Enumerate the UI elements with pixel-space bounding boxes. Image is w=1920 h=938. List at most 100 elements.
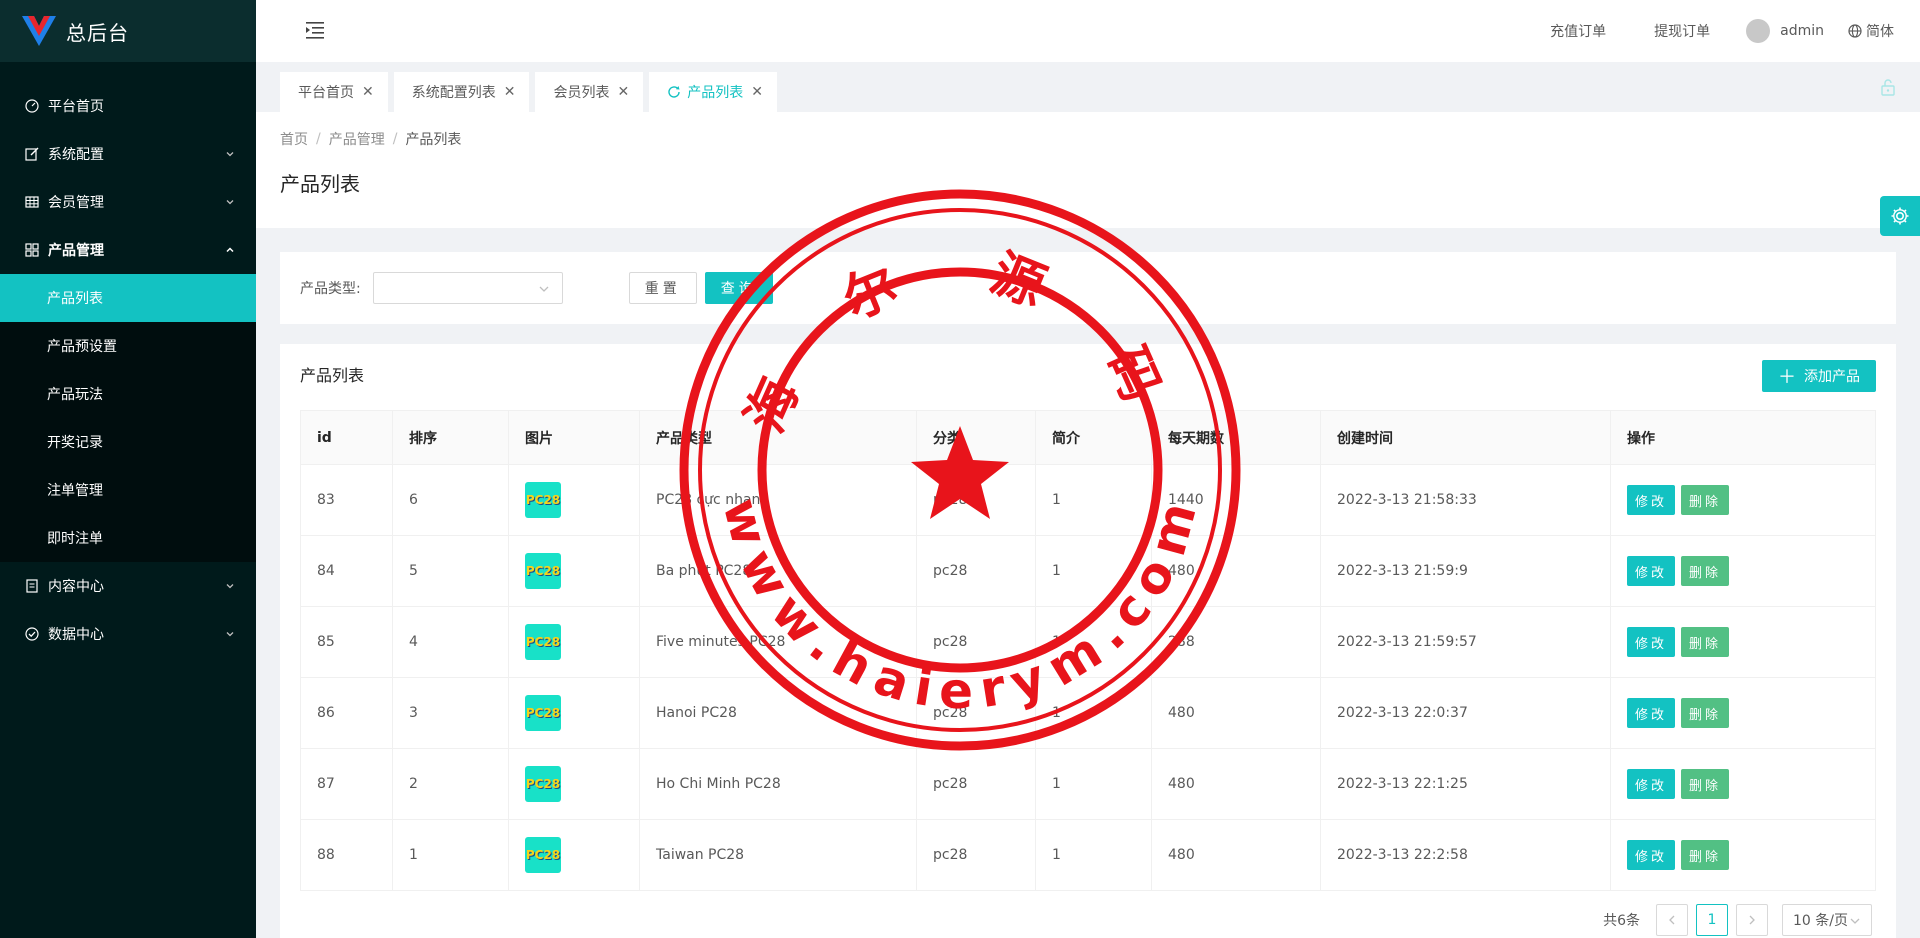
cell-actions: 修改 删除 xyxy=(1610,606,1876,678)
sidebar-subitem-4[interactable]: 注单管理 xyxy=(0,466,256,514)
tab-product-list[interactable]: 产品列表 ✕ xyxy=(649,72,777,112)
product-thumbnail[interactable]: PC28 xyxy=(525,553,561,589)
settings-drawer-button[interactable] xyxy=(1880,196,1920,236)
cell-sort: 3 xyxy=(392,677,509,749)
cell-id: 86 xyxy=(300,677,393,749)
product-thumbnail[interactable]: PC28 xyxy=(525,695,561,731)
cell-daily-periods: 480 xyxy=(1151,819,1321,891)
close-icon[interactable]: ✕ xyxy=(362,84,374,100)
delete-button[interactable]: 删除 xyxy=(1681,698,1730,728)
product-type-select[interactable] xyxy=(372,272,563,304)
cell-image: PC28 xyxy=(508,606,640,678)
prev-page-button[interactable] xyxy=(1656,904,1688,936)
cell-daily-periods: 288 xyxy=(1151,606,1321,678)
sidebar-subitem-0[interactable]: 产品列表 xyxy=(0,274,256,322)
product-thumbnail[interactable]: PC28 xyxy=(525,837,561,873)
delete-button[interactable]: 删除 xyxy=(1681,627,1730,657)
product-thumbnail[interactable]: PC28 xyxy=(525,766,561,802)
close-icon[interactable]: ✕ xyxy=(751,84,763,100)
sidebar-item-4[interactable]: 内容中心 xyxy=(0,562,256,610)
cell-intro: 1 xyxy=(1035,606,1152,678)
edit-button[interactable]: 修改 xyxy=(1627,840,1676,870)
appstore-icon xyxy=(24,242,40,258)
product-thumbnail[interactable]: PC28 xyxy=(525,624,561,660)
cell-daily-periods: 480 xyxy=(1151,677,1321,749)
sidebar-subitem-5[interactable]: 即时注单 xyxy=(0,514,256,562)
sidebar-item-3[interactable]: 产品管理 xyxy=(0,226,256,274)
tab-platform-home[interactable]: 平台首页 ✕ xyxy=(280,72,388,112)
edit-button[interactable]: 修改 xyxy=(1627,627,1676,657)
chevron-down-icon xyxy=(226,632,234,637)
page-size-select[interactable]: 10 条/页 xyxy=(1782,904,1872,936)
breadcrumb: 首页 / 产品管理 / 产品列表 xyxy=(280,128,1896,150)
column-header: 操作 xyxy=(1610,410,1876,465)
cell-image: PC28 xyxy=(508,677,640,749)
cell-image: PC28 xyxy=(508,535,640,607)
cell-actions: 修改 删除 xyxy=(1610,677,1876,749)
menu-fold-icon[interactable] xyxy=(304,20,326,40)
cell-type: Ho Chi Minh PC28 xyxy=(639,748,917,820)
edit-button[interactable]: 修改 xyxy=(1627,698,1676,728)
delete-button[interactable]: 删除 xyxy=(1681,840,1730,870)
cell-daily-periods: 480 xyxy=(1151,535,1321,607)
delete-button[interactable]: 删除 xyxy=(1681,485,1730,515)
logo[interactable]: 总后台 xyxy=(0,0,256,62)
product-thumbnail[interactable]: PC28 xyxy=(525,482,561,518)
sidebar-item-2[interactable]: 会员管理 xyxy=(0,178,256,226)
cell-created-time: 2022-3-13 21:58:33 xyxy=(1320,464,1611,536)
add-product-label: 添加产品 xyxy=(1804,369,1860,385)
cell-image: PC28 xyxy=(508,748,640,820)
reset-button[interactable]: 重置 xyxy=(628,272,697,304)
cell-created-time: 2022-3-13 22:0:37 xyxy=(1320,677,1611,749)
tab-label: 系统配置列表 xyxy=(411,85,496,101)
cell-actions: 修改 删除 xyxy=(1610,819,1876,891)
query-button[interactable]: 查询 xyxy=(704,272,773,304)
edit-button[interactable]: 修改 xyxy=(1627,769,1676,799)
chevron-down-icon xyxy=(226,152,234,157)
cell-type: Hanoi PC28 xyxy=(639,677,917,749)
delete-button[interactable]: 删除 xyxy=(1681,556,1730,586)
search-form: 产品类型: 重置 查询 xyxy=(280,252,1896,324)
add-product-button[interactable]: ＋ 添加产品 xyxy=(1762,360,1876,392)
breadcrumb-product-management[interactable]: 产品管理 xyxy=(329,129,385,149)
table-title: 产品列表 xyxy=(300,366,365,385)
tab-system-config-list[interactable]: 系统配置列表 ✕ xyxy=(393,72,530,112)
edit-button[interactable]: 修改 xyxy=(1627,556,1676,586)
cell-intro: 1 xyxy=(1035,677,1152,749)
chevron-down-icon xyxy=(226,584,234,589)
tab-member-list[interactable]: 会员列表 ✕ xyxy=(535,72,644,112)
chevron-up-icon xyxy=(226,247,234,253)
cell-actions: 修改 删除 xyxy=(1610,535,1876,607)
breadcrumb-home[interactable]: 首页 xyxy=(280,129,308,149)
language-label: 简体 xyxy=(1866,24,1894,40)
sidebar-item-5[interactable]: 数据中心 xyxy=(0,610,256,658)
sidebar-subitem-3[interactable]: 开奖记录 xyxy=(0,418,256,466)
next-page-button[interactable] xyxy=(1736,904,1768,936)
edit-button[interactable]: 修改 xyxy=(1627,485,1676,515)
table-header-row: id 排序 图片 产品类型 分类 简介 每天期数 创建时间 操作 xyxy=(300,410,1876,465)
cell-type: Five minutes PC28 xyxy=(639,606,917,678)
cell-category: pc28 xyxy=(916,748,1036,820)
cell-id: 84 xyxy=(300,535,393,607)
unlock-icon[interactable] xyxy=(1880,78,1896,96)
sidebar-item-0[interactable]: 平台首页 xyxy=(0,82,256,130)
header-actions: 充值订单 提现订单 admin 简体 xyxy=(1502,0,1894,62)
plus-icon: ＋ xyxy=(1778,367,1796,388)
close-icon[interactable]: ✕ xyxy=(617,84,629,100)
cell-daily-periods: 1440 xyxy=(1151,464,1321,536)
delete-button[interactable]: 删除 xyxy=(1681,769,1730,799)
cell-created-time: 2022-3-13 22:2:58 xyxy=(1320,819,1611,891)
reload-icon[interactable] xyxy=(667,85,681,99)
sidebar-item-1[interactable]: 系统配置 xyxy=(0,130,256,178)
language-switch[interactable]: 简体 xyxy=(1848,21,1894,41)
close-icon[interactable]: ✕ xyxy=(504,84,516,100)
cell-actions: 修改 删除 xyxy=(1610,748,1876,820)
recharge-orders-link[interactable]: 充值订单 xyxy=(1550,21,1606,41)
chevron-down-icon xyxy=(1850,918,1860,924)
sidebar-subitem-2[interactable]: 产品玩法 xyxy=(0,370,256,418)
user-menu[interactable]: admin xyxy=(1746,19,1824,43)
cell-category: pc28 xyxy=(916,535,1036,607)
page-button-1[interactable]: 1 xyxy=(1696,904,1728,936)
withdraw-orders-link[interactable]: 提现订单 xyxy=(1654,21,1710,41)
sidebar-subitem-1[interactable]: 产品预设置 xyxy=(0,322,256,370)
